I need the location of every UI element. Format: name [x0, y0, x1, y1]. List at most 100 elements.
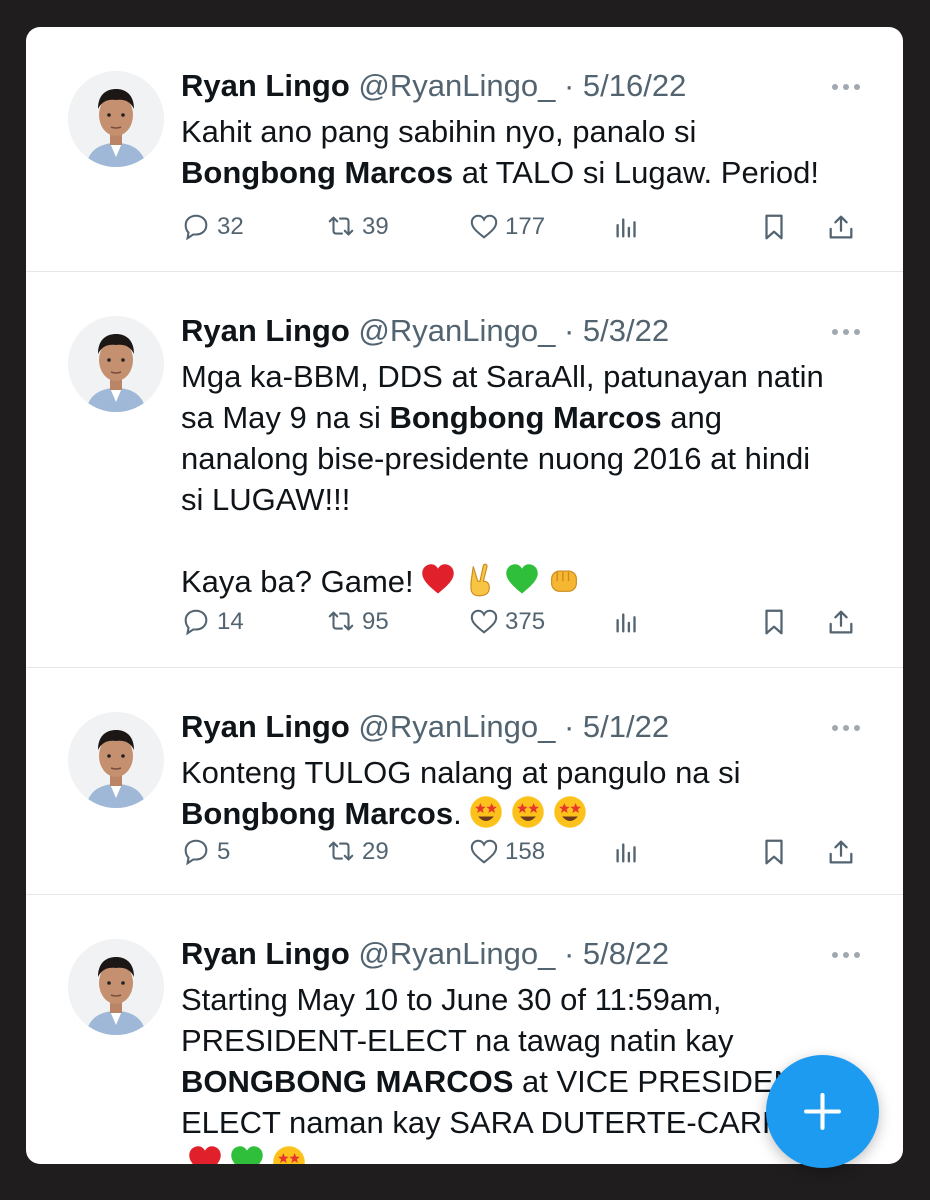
separator: ·: [555, 313, 583, 348]
avatar[interactable]: [68, 712, 164, 808]
tweet[interactable]: Ryan Lingo @RyanLingo_ · 5/3/22 Mga ka-B…: [26, 272, 903, 668]
red-heart-emoji: [421, 564, 454, 594]
text-line: sa May 9 na si Bongbong Marcos ang: [181, 400, 722, 435]
reply-button[interactable]: 5: [181, 832, 230, 872]
mention-bold: Bongbong Marcos: [389, 400, 662, 435]
display-name[interactable]: Ryan Lingo: [181, 68, 350, 103]
tweet-header: Ryan Lingo @RyanLingo_ · 5/3/22: [181, 313, 669, 349]
more-options-icon[interactable]: [826, 77, 866, 97]
avatar[interactable]: [68, 316, 164, 412]
text-line: Starting May 10 to June 30 of 11:59am,: [181, 982, 722, 1017]
share-icon: [829, 840, 853, 864]
views-button[interactable]: [612, 207, 642, 247]
more-options-icon[interactable]: [826, 322, 866, 342]
display-name[interactable]: Ryan Lingo: [181, 936, 350, 971]
mention-bold: Bongbong Marcos: [181, 796, 454, 831]
share-icon: [829, 610, 853, 634]
bookmark-icon: [765, 214, 783, 240]
reply-button[interactable]: 32: [181, 207, 244, 247]
handle[interactable]: @RyanLingo_: [358, 936, 555, 971]
victory-hand-emoji: [470, 563, 490, 597]
separator: ·: [555, 68, 583, 103]
display-name[interactable]: Ryan Lingo: [181, 709, 350, 744]
replies-count: 5: [217, 838, 231, 865]
emoji-row: [414, 563, 582, 599]
more-options-icon[interactable]: [826, 718, 866, 738]
heart-icon: [470, 609, 498, 634]
text-line: Bongbong Marcos.: [181, 793, 871, 834]
timeline: Ryan Lingo @RyanLingo_ · 5/16/22 Kahit a…: [26, 27, 903, 1164]
replies-count: 32: [217, 213, 244, 240]
analytics-icon: [616, 613, 636, 633]
handle[interactable]: @RyanLingo_: [358, 709, 555, 744]
star-struck-emoji: [469, 796, 502, 828]
bookmark-icon: [765, 839, 783, 865]
tweet-header: Ryan Lingo @RyanLingo_ · 5/8/22: [181, 936, 669, 972]
reply-button[interactable]: 14: [181, 602, 244, 642]
heart-icon: [470, 214, 498, 239]
share-button[interactable]: [826, 207, 856, 247]
speech-bubble-icon: [184, 839, 208, 866]
share-icon: [829, 215, 853, 239]
likes-count: 158: [505, 838, 546, 865]
views-button[interactable]: [612, 832, 642, 872]
avatar[interactable]: [68, 939, 164, 1035]
share-button[interactable]: [826, 602, 856, 642]
tweet-text: Konteng TULOG nalang at pangulo na si Bo…: [181, 752, 871, 834]
text-line: Kahit ano pang sabihin nyo, panalo si: [181, 114, 697, 149]
retweets-count: 39: [362, 213, 389, 240]
text-line: nanalong bise-presidente nuong 2016 at h…: [181, 441, 811, 476]
fist-emoji: [550, 570, 577, 592]
timestamp[interactable]: 5/3/22: [583, 313, 669, 348]
star-struck-emoji: [511, 796, 544, 828]
retweet-button[interactable]: 95: [326, 602, 389, 642]
replies-count: 14: [217, 608, 244, 635]
emoji-row: [462, 796, 588, 831]
analytics-icon: [616, 218, 636, 238]
tweet[interactable]: Ryan Lingo @RyanLingo_ · 5/1/22 Konteng …: [26, 668, 903, 895]
views-button[interactable]: [612, 602, 642, 642]
tweet[interactable]: Ryan Lingo @RyanLingo_ · 5/16/22 Kahit a…: [26, 27, 903, 272]
retweet-icon: [328, 611, 354, 631]
action-bar: 14 95 375: [26, 602, 903, 642]
retweet-button[interactable]: 39: [326, 207, 389, 247]
compose-button[interactable]: [766, 1055, 879, 1168]
retweet-button[interactable]: 29: [326, 832, 389, 872]
tweet-header: Ryan Lingo @RyanLingo_ · 5/16/22: [181, 68, 686, 104]
tweet-text: Starting May 10 to June 30 of 11:59am, P…: [181, 979, 871, 1164]
plus-icon: [804, 1093, 841, 1130]
tweet-header: Ryan Lingo @RyanLingo_ · 5/1/22: [181, 709, 669, 745]
like-button[interactable]: 375: [469, 602, 545, 642]
star-struck-emoji: [553, 796, 586, 828]
text-line: [181, 1143, 871, 1164]
bookmark-button[interactable]: [759, 207, 789, 247]
bookmark-button[interactable]: [759, 832, 789, 872]
star-struck-emoji: [273, 1146, 305, 1164]
display-name[interactable]: Ryan Lingo: [181, 313, 350, 348]
timestamp[interactable]: 5/8/22: [583, 936, 669, 971]
handle[interactable]: @RyanLingo_: [358, 313, 555, 348]
mention-bold: Bongbong Marcos: [181, 155, 454, 190]
like-button[interactable]: 158: [469, 832, 545, 872]
speech-bubble-icon: [184, 214, 208, 241]
more-options-icon[interactable]: [826, 945, 866, 965]
tweet-text: Mga ka-BBM, DDS at SaraAll, patunayan na…: [181, 356, 871, 602]
tweet-text: Kahit ano pang sabihin nyo, panalo si Bo…: [181, 111, 871, 193]
green-heart-emoji: [505, 564, 538, 594]
text-line: Mga ka-BBM, DDS at SaraAll, patunayan na…: [181, 359, 824, 394]
retweets-count: 95: [362, 608, 389, 635]
timestamp[interactable]: 5/1/22: [583, 709, 669, 744]
handle[interactable]: @RyanLingo_: [358, 68, 555, 103]
share-button[interactable]: [826, 832, 856, 872]
speech-bubble-icon: [184, 609, 208, 636]
retweets-count: 29: [362, 838, 389, 865]
mention-bold: BONGBONG MARCOS: [181, 1064, 514, 1099]
action-bar: 5 29 158: [26, 832, 903, 872]
bookmark-icon: [765, 609, 783, 635]
heart-icon: [470, 839, 498, 864]
like-button[interactable]: 177: [469, 207, 545, 247]
avatar[interactable]: [68, 71, 164, 167]
bookmark-button[interactable]: [759, 602, 789, 642]
timestamp[interactable]: 5/16/22: [583, 68, 686, 103]
likes-count: 177: [505, 213, 546, 240]
